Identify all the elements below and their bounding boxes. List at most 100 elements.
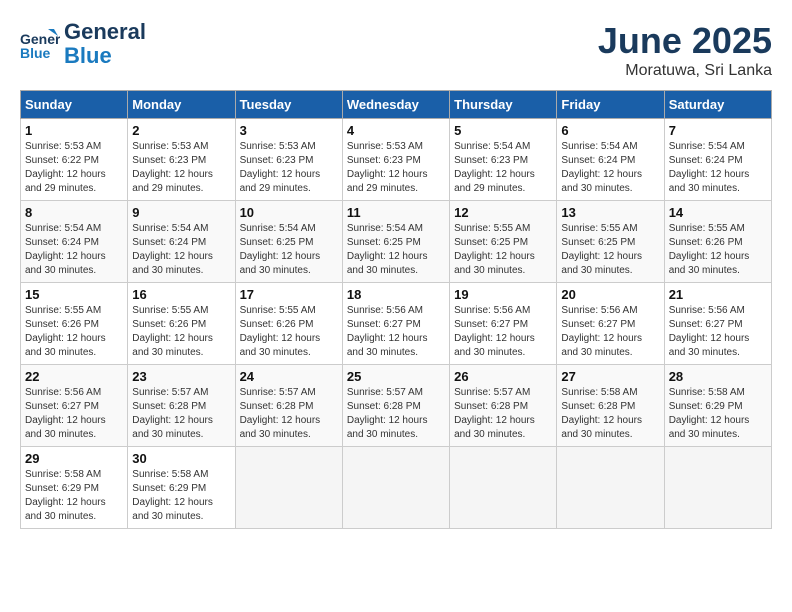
day-number: 16 bbox=[132, 287, 230, 302]
calendar-week-5: 29 Sunrise: 5:58 AM Sunset: 6:29 PM Dayli… bbox=[21, 447, 772, 529]
calendar-cell bbox=[450, 447, 557, 529]
calendar-cell: 9 Sunrise: 5:54 AM Sunset: 6:24 PM Daylig… bbox=[128, 201, 235, 283]
day-number: 21 bbox=[669, 287, 767, 302]
day-number: 17 bbox=[240, 287, 338, 302]
day-number: 28 bbox=[669, 369, 767, 384]
day-number: 5 bbox=[454, 123, 552, 138]
calendar-week-2: 8 Sunrise: 5:54 AM Sunset: 6:24 PM Daylig… bbox=[21, 201, 772, 283]
day-info: Sunrise: 5:53 AM Sunset: 6:23 PM Dayligh… bbox=[240, 140, 338, 196]
calendar-header-row: SundayMondayTuesdayWednesdayThursdayFrid… bbox=[21, 91, 772, 119]
calendar-cell: 29 Sunrise: 5:58 AM Sunset: 6:29 PM Dayli… bbox=[21, 447, 128, 529]
day-number: 3 bbox=[240, 123, 338, 138]
calendar-cell: 26Sunrise: 5:57 AM Sunset: 6:28 PM Dayli… bbox=[450, 365, 557, 447]
logo-icon: General Blue bbox=[20, 24, 60, 64]
col-header-sunday: Sunday bbox=[21, 91, 128, 119]
day-number: 9 bbox=[132, 205, 230, 220]
calendar-cell: 24 Sunrise: 5:57 AM Sunset: 6:28 PM Dayli… bbox=[235, 365, 342, 447]
day-number: 6 bbox=[561, 123, 659, 138]
logo-line2: Blue bbox=[64, 44, 146, 68]
calendar-cell: 28 Sunrise: 5:58 AM Sunset: 6:29 PM Dayli… bbox=[664, 365, 771, 447]
calendar-cell: 20Sunrise: 5:56 AM Sunset: 6:27 PM Dayli… bbox=[557, 283, 664, 365]
col-header-saturday: Saturday bbox=[664, 91, 771, 119]
day-number: 25 bbox=[347, 369, 445, 384]
day-number: 12 bbox=[454, 205, 552, 220]
day-info: Sunrise: 5:56 AM Sunset: 6:27 PM Dayligh… bbox=[25, 386, 123, 442]
day-number: 19 bbox=[454, 287, 552, 302]
calendar-cell: 3 Sunrise: 5:53 AM Sunset: 6:23 PM Daylig… bbox=[235, 119, 342, 201]
day-info: Sunrise: 5:54 AM Sunset: 6:25 PM Dayligh… bbox=[347, 222, 445, 278]
svg-text:Blue: Blue bbox=[20, 45, 51, 61]
calendar-cell bbox=[557, 447, 664, 529]
location: Moratuwa, Sri Lanka bbox=[598, 62, 772, 80]
day-number: 11 bbox=[347, 205, 445, 220]
day-number: 8 bbox=[25, 205, 123, 220]
calendar-cell: 8 Sunrise: 5:54 AM Sunset: 6:24 PM Daylig… bbox=[21, 201, 128, 283]
day-info: Sunrise: 5:57 AM Sunset: 6:28 PM Dayligh… bbox=[240, 386, 338, 442]
col-header-friday: Friday bbox=[557, 91, 664, 119]
day-number: 22 bbox=[25, 369, 123, 384]
day-number: 29 bbox=[25, 451, 123, 466]
day-info: Sunrise: 5:53 AM Sunset: 6:22 PM Dayligh… bbox=[25, 140, 123, 196]
day-info: Sunrise: 5:57 AM Sunset: 6:28 PM Dayligh… bbox=[347, 386, 445, 442]
day-number: 18 bbox=[347, 287, 445, 302]
day-info: Sunrise: 5:54 AM Sunset: 6:23 PM Dayligh… bbox=[454, 140, 552, 196]
day-number: 24 bbox=[240, 369, 338, 384]
month-title: June 2025 bbox=[598, 20, 772, 62]
day-info: Sunrise: 5:55 AM Sunset: 6:26 PM Dayligh… bbox=[25, 304, 123, 360]
calendar-cell: 10 Sunrise: 5:54 AM Sunset: 6:25 PM Dayli… bbox=[235, 201, 342, 283]
col-header-monday: Monday bbox=[128, 91, 235, 119]
calendar-week-1: 1 Sunrise: 5:53 AM Sunset: 6:22 PM Daylig… bbox=[21, 119, 772, 201]
day-number: 2 bbox=[132, 123, 230, 138]
calendar-cell: 25 Sunrise: 5:57 AM Sunset: 6:28 PM Dayli… bbox=[342, 365, 449, 447]
calendar-cell: 13 Sunrise: 5:55 AM Sunset: 6:25 PM Dayli… bbox=[557, 201, 664, 283]
day-info: Sunrise: 5:55 AM Sunset: 6:26 PM Dayligh… bbox=[240, 304, 338, 360]
calendar-cell: 15Sunrise: 5:55 AM Sunset: 6:26 PM Dayli… bbox=[21, 283, 128, 365]
calendar-cell: 1 Sunrise: 5:53 AM Sunset: 6:22 PM Daylig… bbox=[21, 119, 128, 201]
day-info: Sunrise: 5:55 AM Sunset: 6:26 PM Dayligh… bbox=[669, 222, 767, 278]
day-info: Sunrise: 5:54 AM Sunset: 6:24 PM Dayligh… bbox=[132, 222, 230, 278]
day-info: Sunrise: 5:58 AM Sunset: 6:28 PM Dayligh… bbox=[561, 386, 659, 442]
day-number: 30 bbox=[132, 451, 230, 466]
col-header-wednesday: Wednesday bbox=[342, 91, 449, 119]
calendar-cell: 11 Sunrise: 5:54 AM Sunset: 6:25 PM Dayli… bbox=[342, 201, 449, 283]
day-info: Sunrise: 5:53 AM Sunset: 6:23 PM Dayligh… bbox=[132, 140, 230, 196]
calendar-cell bbox=[342, 447, 449, 529]
day-info: Sunrise: 5:54 AM Sunset: 6:24 PM Dayligh… bbox=[561, 140, 659, 196]
calendar-cell: 14Sunrise: 5:55 AM Sunset: 6:26 PM Dayli… bbox=[664, 201, 771, 283]
header: General Blue General Blue June 2025 Mora… bbox=[20, 20, 772, 80]
calendar-cell: 22 Sunrise: 5:56 AM Sunset: 6:27 PM Dayli… bbox=[21, 365, 128, 447]
day-info: Sunrise: 5:54 AM Sunset: 6:24 PM Dayligh… bbox=[25, 222, 123, 278]
col-header-tuesday: Tuesday bbox=[235, 91, 342, 119]
day-info: Sunrise: 5:58 AM Sunset: 6:29 PM Dayligh… bbox=[669, 386, 767, 442]
day-info: Sunrise: 5:55 AM Sunset: 6:25 PM Dayligh… bbox=[561, 222, 659, 278]
day-number: 20 bbox=[561, 287, 659, 302]
day-info: Sunrise: 5:58 AM Sunset: 6:29 PM Dayligh… bbox=[25, 468, 123, 524]
logo: General Blue General Blue bbox=[20, 20, 146, 68]
calendar-cell: 19Sunrise: 5:56 AM Sunset: 6:27 PM Dayli… bbox=[450, 283, 557, 365]
logo-line1: General bbox=[64, 20, 146, 44]
calendar-table: SundayMondayTuesdayWednesdayThursdayFrid… bbox=[20, 90, 772, 529]
calendar-cell: 16 Sunrise: 5:55 AM Sunset: 6:26 PM Dayli… bbox=[128, 283, 235, 365]
day-number: 4 bbox=[347, 123, 445, 138]
day-number: 1 bbox=[25, 123, 123, 138]
day-number: 13 bbox=[561, 205, 659, 220]
calendar-cell: 30 Sunrise: 5:58 AM Sunset: 6:29 PM Dayli… bbox=[128, 447, 235, 529]
calendar-cell bbox=[235, 447, 342, 529]
day-info: Sunrise: 5:58 AM Sunset: 6:29 PM Dayligh… bbox=[132, 468, 230, 524]
calendar-cell: 7Sunrise: 5:54 AM Sunset: 6:24 PM Daylig… bbox=[664, 119, 771, 201]
day-info: Sunrise: 5:57 AM Sunset: 6:28 PM Dayligh… bbox=[132, 386, 230, 442]
day-number: 26 bbox=[454, 369, 552, 384]
calendar-cell: 4Sunrise: 5:53 AM Sunset: 6:23 PM Daylig… bbox=[342, 119, 449, 201]
calendar-cell: 5 Sunrise: 5:54 AM Sunset: 6:23 PM Daylig… bbox=[450, 119, 557, 201]
calendar-cell: 6 Sunrise: 5:54 AM Sunset: 6:24 PM Daylig… bbox=[557, 119, 664, 201]
calendar-cell: 2 Sunrise: 5:53 AM Sunset: 6:23 PM Daylig… bbox=[128, 119, 235, 201]
day-info: Sunrise: 5:56 AM Sunset: 6:27 PM Dayligh… bbox=[347, 304, 445, 360]
day-number: 10 bbox=[240, 205, 338, 220]
day-info: Sunrise: 5:54 AM Sunset: 6:25 PM Dayligh… bbox=[240, 222, 338, 278]
day-number: 7 bbox=[669, 123, 767, 138]
day-number: 23 bbox=[132, 369, 230, 384]
day-info: Sunrise: 5:55 AM Sunset: 6:26 PM Dayligh… bbox=[132, 304, 230, 360]
calendar-cell: 23 Sunrise: 5:57 AM Sunset: 6:28 PM Dayli… bbox=[128, 365, 235, 447]
day-number: 27 bbox=[561, 369, 659, 384]
calendar-cell: 27 Sunrise: 5:58 AM Sunset: 6:28 PM Dayli… bbox=[557, 365, 664, 447]
